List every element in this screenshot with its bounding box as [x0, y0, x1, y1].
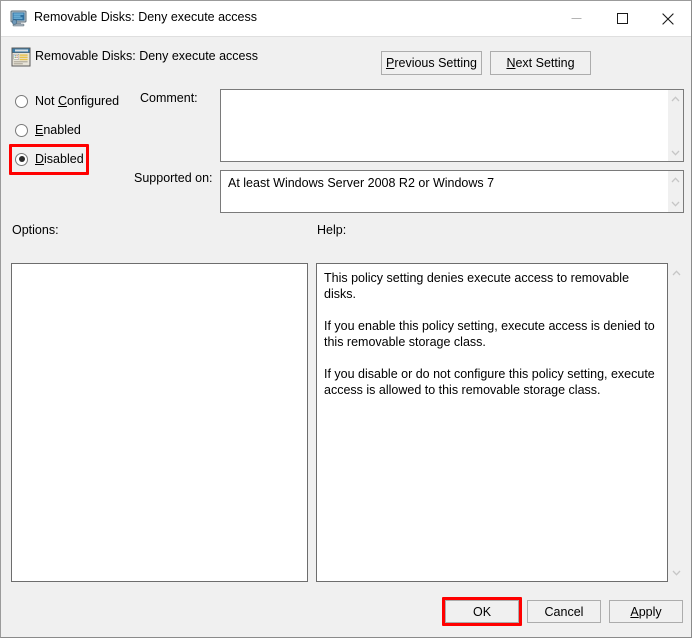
comment-input[interactable]	[220, 89, 684, 162]
ok-button-label: OK	[472, 604, 492, 619]
radio-disabled-label: Disabled	[35, 152, 84, 166]
maximize-button[interactable]	[599, 1, 645, 36]
apply-button-label-rest: pply	[638, 604, 662, 619]
previous-setting-label-rest: revious Setting	[394, 56, 478, 70]
help-scrollbar[interactable]	[668, 263, 684, 582]
apply-button-accel: A	[630, 604, 639, 619]
supported-on-scroll-up-icon[interactable]	[668, 172, 683, 187]
minimize-button[interactable]	[553, 1, 599, 36]
supported-on-label: Supported on:	[134, 171, 213, 185]
radio-disabled-indicator[interactable]	[15, 152, 28, 166]
radio-enabled-indicator[interactable]	[15, 123, 28, 137]
help-paragraph: If you enable this policy setting, execu…	[324, 319, 655, 349]
supported-on-field[interactable]: At least Windows Server 2008 R2 or Windo…	[220, 170, 684, 213]
next-setting-button[interactable]: Next Setting	[490, 51, 591, 75]
supported-on-scrollbar[interactable]	[667, 171, 683, 212]
supported-on-scroll-down-icon[interactable]	[668, 196, 683, 211]
setting-title: Removable Disks: Deny execute access	[35, 49, 259, 63]
policy-setting-icon	[11, 47, 31, 67]
help-paragraph: If you disable or do not configure this …	[324, 367, 655, 397]
radio-enabled-label: Enabled	[35, 123, 81, 137]
radio-disabled[interactable]: Disabled	[15, 150, 84, 168]
help-panel-wrapper: This policy setting denies execute acces…	[316, 263, 684, 582]
help-scroll-up-icon[interactable]	[668, 265, 684, 280]
computer-monitor-icon	[10, 10, 28, 27]
cancel-button[interactable]: Cancel	[527, 600, 601, 623]
radio-not-configured[interactable]: Not Configured	[15, 92, 119, 110]
close-button[interactable]	[645, 1, 691, 36]
title-bar: Removable Disks: Deny execute access	[1, 1, 691, 37]
comment-scroll-down-icon[interactable]	[668, 145, 683, 160]
radio-not-configured-label: Not Configured	[35, 94, 120, 108]
supported-on-value: At least Windows Server 2008 R2 or Windo…	[228, 176, 495, 190]
group-policy-setting-dialog: Removable Disks: Deny execute access Rem…	[0, 0, 692, 638]
cancel-button-label: Cancel	[544, 604, 584, 619]
previous-setting-button[interactable]: Previous Setting	[381, 51, 482, 75]
options-label: Options:	[12, 223, 59, 237]
window-title: Removable Disks: Deny execute access	[34, 10, 258, 24]
comment-label: Comment:	[140, 91, 198, 105]
comment-scrollbar[interactable]	[667, 90, 683, 161]
help-scroll-down-icon[interactable]	[668, 565, 684, 580]
help-panel: This policy setting denies execute acces…	[316, 263, 668, 582]
comment-scroll-up-icon[interactable]	[668, 91, 683, 106]
ok-button[interactable]: OK	[445, 600, 519, 623]
radio-enabled[interactable]: Enabled	[15, 121, 81, 139]
radio-not-configured-indicator[interactable]	[15, 94, 28, 108]
apply-button[interactable]: Apply	[609, 600, 683, 623]
help-label: Help:	[317, 223, 347, 237]
help-paragraph: This policy setting denies execute acces…	[324, 271, 630, 301]
options-panel[interactable]	[11, 263, 308, 582]
next-setting-label-rest: ext Setting	[515, 56, 575, 70]
